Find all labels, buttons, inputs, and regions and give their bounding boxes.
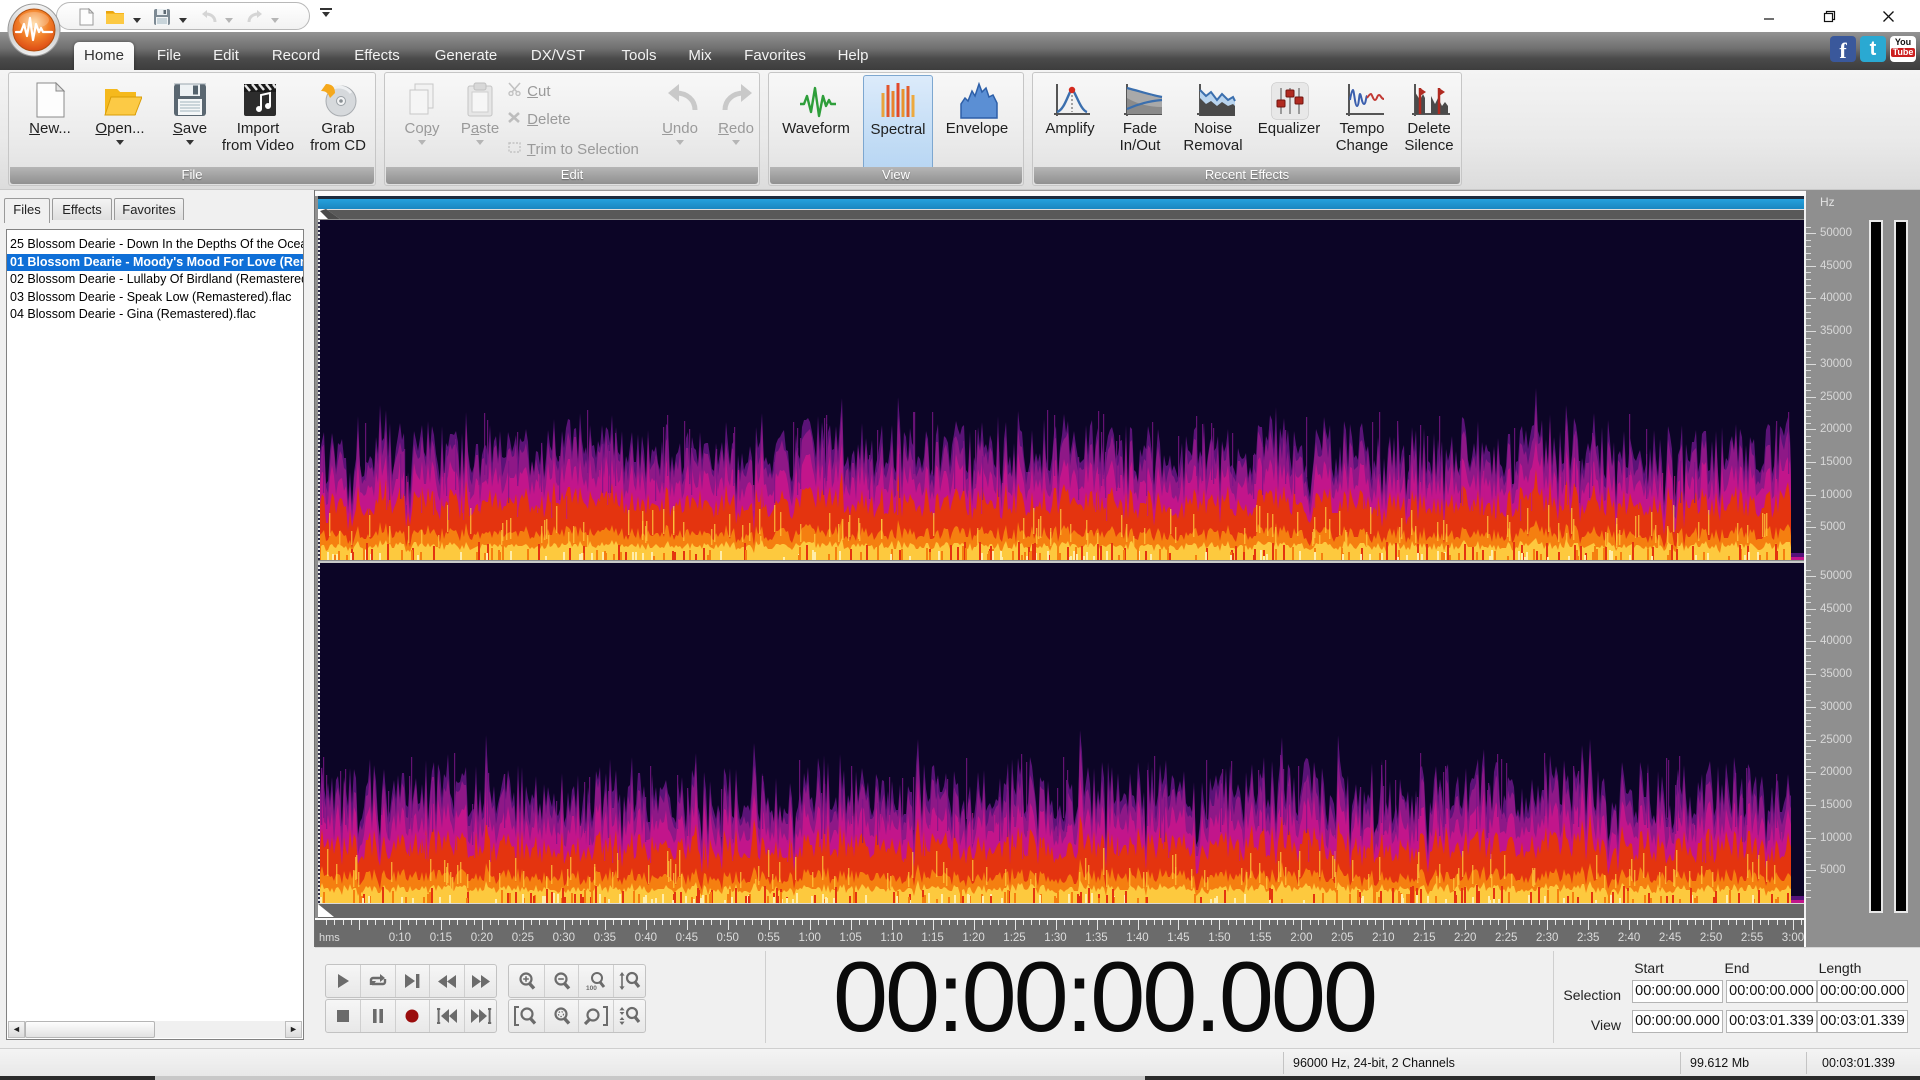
svg-text:100: 100 xyxy=(586,985,597,991)
